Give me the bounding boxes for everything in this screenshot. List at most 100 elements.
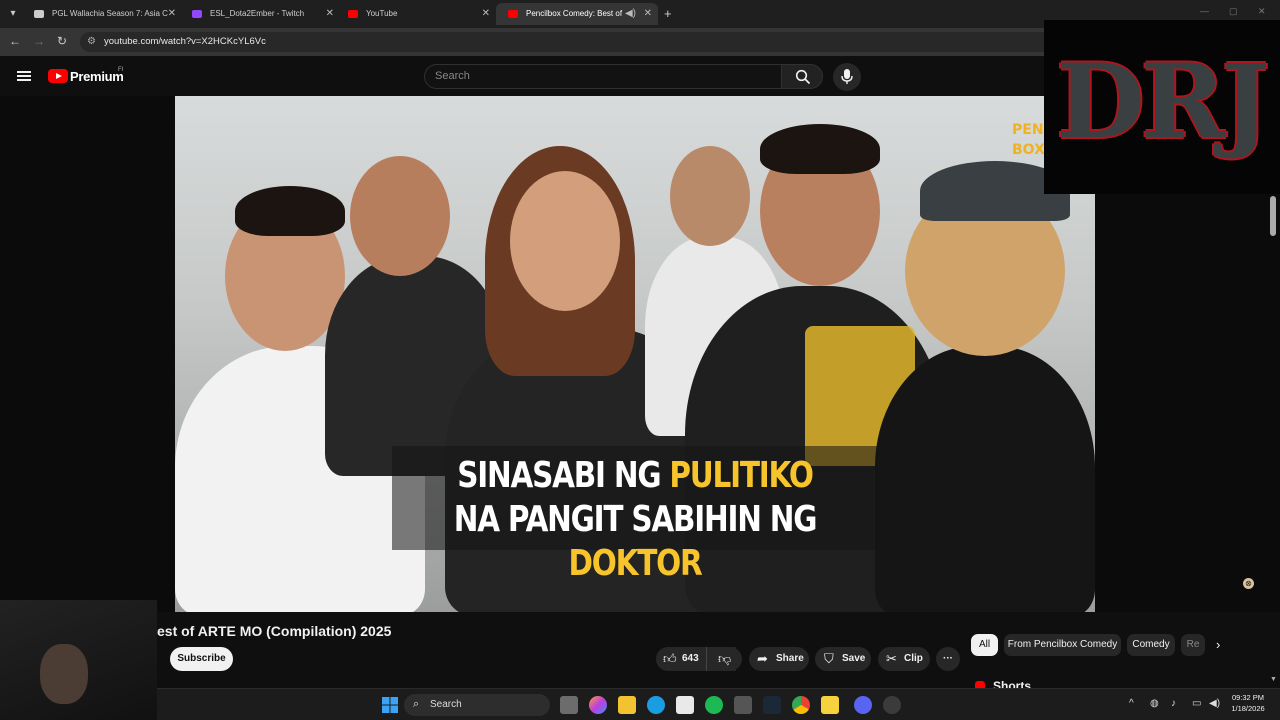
tab-search-icon[interactable]: ▾ xyxy=(4,5,22,23)
tab-pgl-wallachia[interactable]: PGL Wallachia Season 7: Asia C ✕ xyxy=(22,3,182,25)
voice-search-button[interactable] xyxy=(833,63,861,91)
copilot-icon[interactable] xyxy=(589,696,607,714)
back-arrow-icon[interactable]: ← xyxy=(9,34,21,48)
video-caption: SINASABI NG PULITIKO NA PANGIT SABIHIN N… xyxy=(392,446,878,584)
youtube-premium-label[interactable]: Premium xyxy=(70,69,124,84)
reload-icon[interactable]: ↻ xyxy=(57,34,67,48)
person-hair xyxy=(760,124,880,174)
youtube-favicon-icon xyxy=(508,10,518,18)
sticky-notes-icon[interactable] xyxy=(821,696,839,714)
tab-pencilbox-active[interactable]: Pencilbox Comedy: Best of ◀) ✕ xyxy=(496,3,658,25)
clock-time: 09:32 PM xyxy=(1231,693,1265,702)
share-button[interactable]: ➦ Share xyxy=(749,647,809,671)
search-input[interactable]: Search xyxy=(424,64,782,89)
url-field[interactable]: ⚙ youtube.com/watch?v=X2HCKcYL6Vc xyxy=(80,32,1080,52)
save-label: Save xyxy=(842,653,866,664)
new-tab-button[interactable]: + xyxy=(664,6,672,21)
search-icon: ⌕ xyxy=(413,698,420,710)
store-icon[interactable] xyxy=(676,696,694,714)
caption-yellow-text: PULITIKO xyxy=(669,455,814,496)
tab-label: PGL Wallachia Season 7: Asia C xyxy=(52,9,168,18)
site-info-icon[interactable]: ⚙ xyxy=(87,36,96,47)
display-icon[interactable]: ▭ xyxy=(1192,698,1201,709)
search-placeholder: Search xyxy=(435,70,470,82)
person-head xyxy=(350,156,450,276)
share-label: Share xyxy=(776,653,804,664)
minimize-button[interactable]: — xyxy=(1200,6,1209,16)
edge-icon[interactable] xyxy=(647,696,665,714)
tray-chevron-icon[interactable]: ^ xyxy=(1129,698,1134,709)
close-window-button[interactable]: ✕ xyxy=(1258,6,1266,17)
clock-date: 1/18/2026 xyxy=(1231,704,1265,713)
taskbar-search[interactable]: ⌕ Search xyxy=(404,694,550,716)
chevron-right-icon[interactable]: › xyxy=(1216,637,1220,652)
tab-close-icon[interactable]: ✕ xyxy=(644,3,652,25)
more-actions-button[interactable]: ··· xyxy=(936,647,960,671)
file-explorer-icon[interactable] xyxy=(618,696,636,714)
save-button[interactable]: ⛉ Save xyxy=(815,647,871,671)
like-count: 643 xyxy=(682,653,699,664)
dislike-button[interactable]: 👎︎ xyxy=(706,647,742,671)
search-button[interactable] xyxy=(781,64,823,89)
webcam-overlay xyxy=(0,600,157,720)
tab-favicon-icon xyxy=(34,10,44,18)
mic-tray-icon[interactable]: ♪ xyxy=(1171,698,1176,709)
volume-icon[interactable]: ◀) xyxy=(1209,698,1220,709)
scroll-down-icon[interactable]: ▼ xyxy=(1270,676,1277,683)
taskbar-search-label: Search xyxy=(430,699,462,710)
tab-close-icon[interactable]: ✕ xyxy=(326,3,334,25)
maximize-button[interactable]: ▢ xyxy=(1229,6,1238,17)
microphone-icon xyxy=(841,69,853,84)
tab-twitch[interactable]: ESL_Dota2Ember - Twitch ✕ xyxy=(180,3,340,25)
tab-label: ESL_Dota2Ember - Twitch xyxy=(210,9,305,18)
drj-logo-text: DRJ xyxy=(1056,42,1269,162)
tab-label: YouTube xyxy=(366,9,398,18)
speaker-icon[interactable]: ◀) xyxy=(625,3,636,25)
person-head xyxy=(510,171,620,311)
youtube-logo-icon[interactable] xyxy=(48,69,68,83)
chip-comedy[interactable]: Comedy xyxy=(1127,634,1175,656)
tab-label: Pencilbox Comedy: Best of xyxy=(526,9,623,18)
person-hair xyxy=(235,186,345,236)
drj-logo-overlay: DRJ xyxy=(1044,20,1280,194)
caption-white-text: SINASABI NG xyxy=(457,455,670,496)
clip-label: Clip xyxy=(904,653,923,664)
steam-icon[interactable] xyxy=(763,696,781,714)
streamer-face xyxy=(40,644,88,704)
network-icon[interactable]: ◍ xyxy=(1150,698,1159,709)
app-icon[interactable] xyxy=(734,696,752,714)
pencilbox-watermark: PEN BOX xyxy=(1012,122,1045,158)
forward-arrow-icon[interactable]: → xyxy=(33,34,45,48)
ad-info-icon[interactable]: ⊗ xyxy=(1243,578,1254,589)
bookmark-icon: ⛉ xyxy=(824,651,834,666)
caption-white-text: NA PANGIT SABIHIN NG xyxy=(453,499,818,540)
tab-youtube[interactable]: YouTube ✕ xyxy=(336,3,496,25)
caption-yellow-text: DOKTOR xyxy=(568,543,702,584)
windows-start-icon[interactable] xyxy=(381,696,399,714)
spotify-icon[interactable] xyxy=(705,696,723,714)
chip-all[interactable]: All xyxy=(971,634,998,656)
page-scrollbar[interactable] xyxy=(1270,196,1276,236)
share-icon: ➦ xyxy=(757,651,768,666)
search-icon xyxy=(795,69,811,85)
clip-button[interactable]: ✂ Clip xyxy=(878,647,930,671)
taskbar-clock[interactable]: 09:32 PM 1/18/2026 xyxy=(1226,692,1270,714)
obs-icon[interactable] xyxy=(883,696,901,714)
task-view-icon[interactable] xyxy=(560,696,578,714)
chrome-icon[interactable] xyxy=(792,696,810,714)
chip-related[interactable]: Re xyxy=(1181,634,1205,656)
video-title: est of ARTE MO (Compilation) 2025 xyxy=(157,623,392,639)
caption-line-1: SINASABI NG PULITIKO xyxy=(436,454,835,498)
chip-from-pencilbox[interactable]: From Pencilbox Comedy xyxy=(1004,634,1121,656)
thumbs-up-icon: 👍︎ xyxy=(663,651,677,666)
subscribe-button[interactable]: Subscribe xyxy=(170,647,233,671)
person-back-woman xyxy=(875,346,1095,612)
menu-icon[interactable] xyxy=(17,71,31,81)
youtube-favicon-icon xyxy=(348,10,358,18)
caption-line-2: NA PANGIT SABIHIN NG DOKTOR xyxy=(436,498,835,586)
discord-icon[interactable] xyxy=(854,696,872,714)
url-text: youtube.com/watch?v=X2HCKcYL6Vc xyxy=(104,36,266,47)
windows-taskbar: ⌕ Search ^ ◍ ♪ ▭ ◀) xyxy=(157,688,1280,720)
tab-close-icon[interactable]: ✕ xyxy=(482,3,490,25)
tab-close-icon[interactable]: ✕ xyxy=(168,3,176,25)
